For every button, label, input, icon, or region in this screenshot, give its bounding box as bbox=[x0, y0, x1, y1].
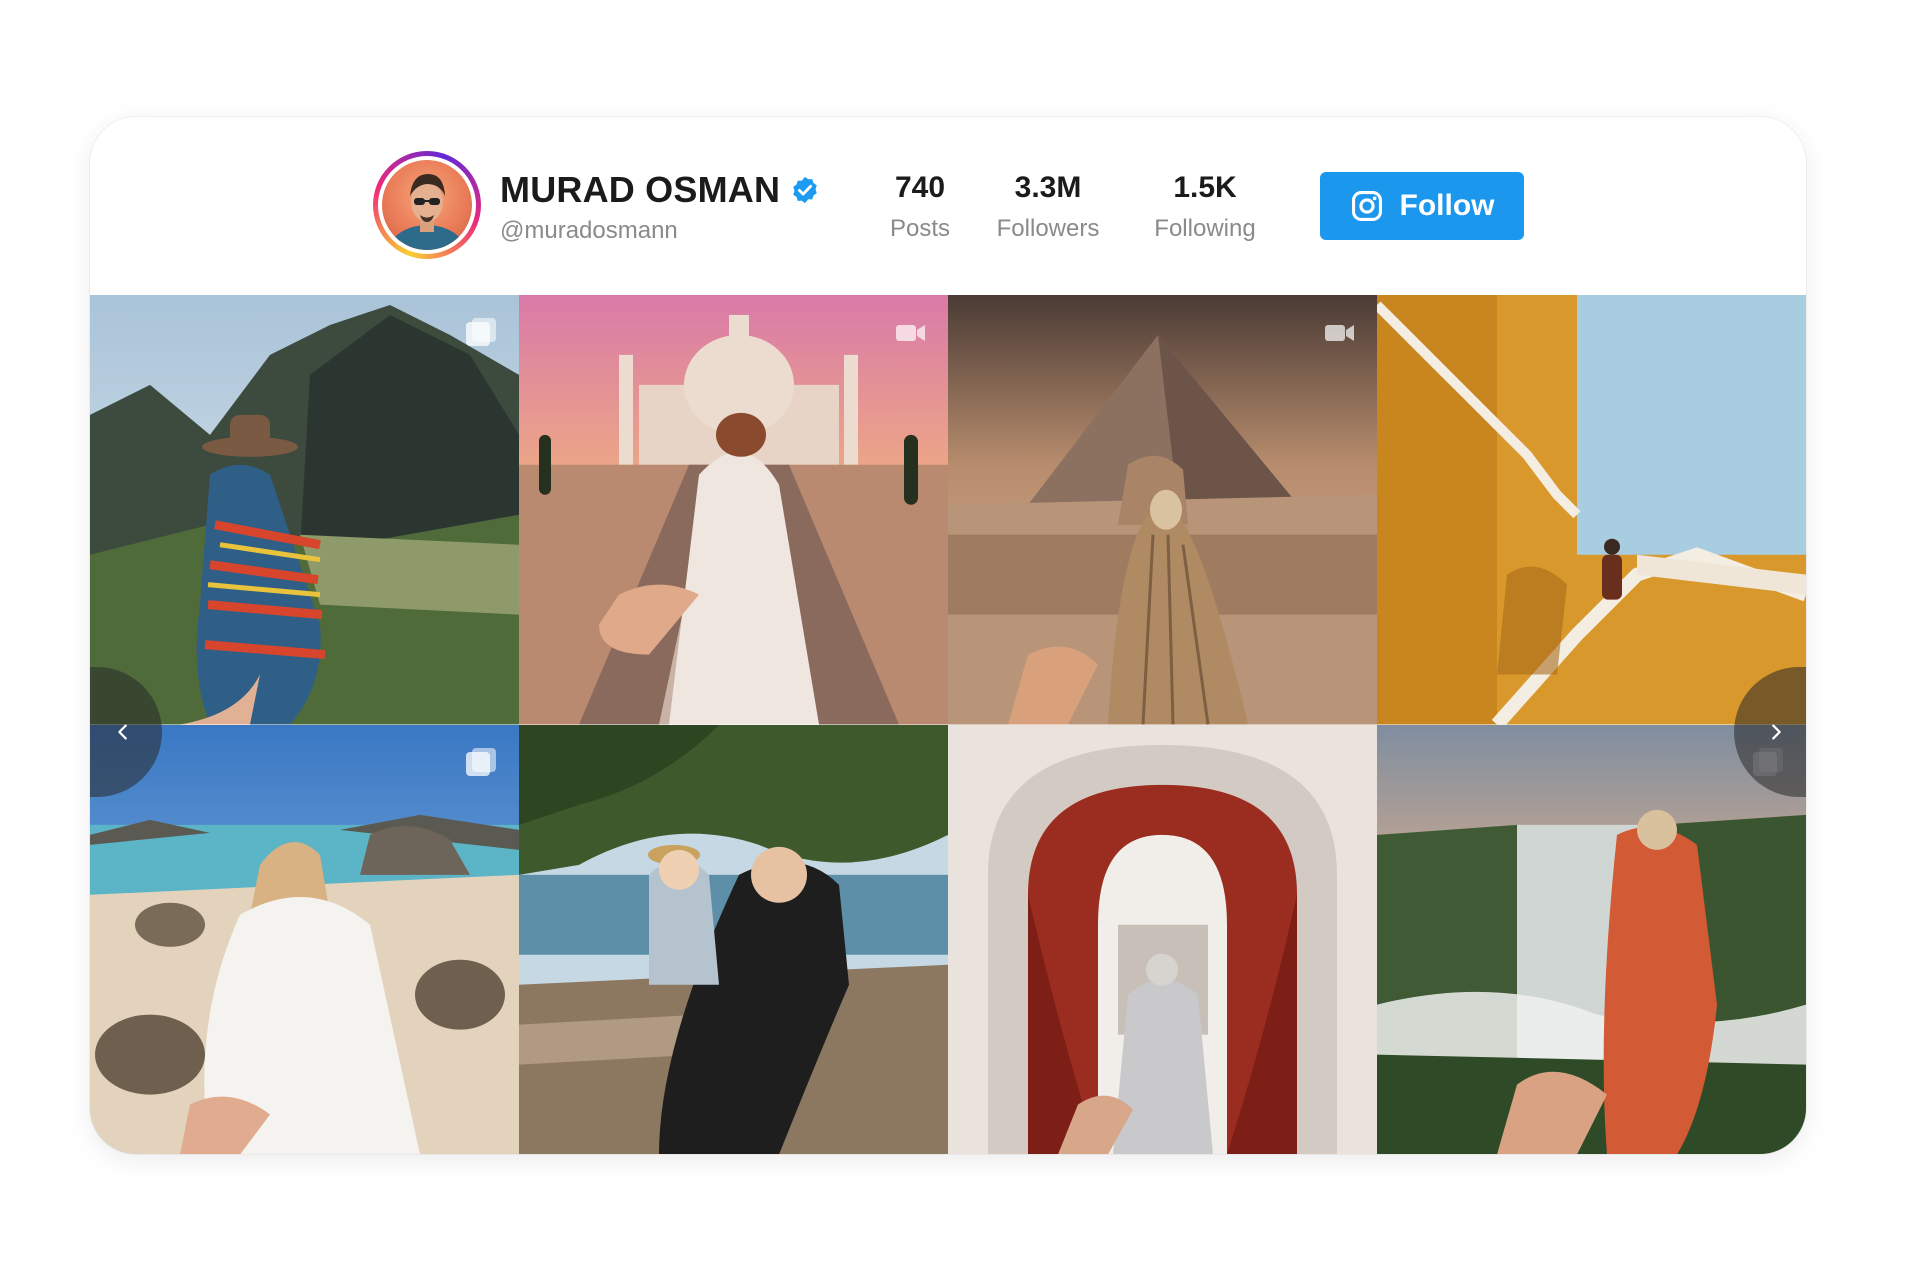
stat-label: Posts bbox=[889, 215, 951, 242]
name-row: MURAD OSMAN bbox=[500, 169, 820, 211]
post-image bbox=[948, 295, 1377, 725]
carousel-icon bbox=[461, 313, 501, 353]
post-tile-2[interactable] bbox=[519, 295, 948, 725]
post-tile-7[interactable] bbox=[948, 724, 1377, 1154]
stat-value: 1.5K bbox=[1173, 171, 1237, 204]
post-tile-1[interactable] bbox=[90, 295, 519, 725]
follow-label: Follow bbox=[1399, 189, 1495, 222]
post-tile-4[interactable] bbox=[1377, 295, 1806, 725]
profile-name[interactable]: MURAD OSMAN bbox=[500, 169, 780, 211]
post-image bbox=[1377, 724, 1806, 1154]
post-image bbox=[1377, 295, 1806, 725]
post-image bbox=[90, 724, 519, 1154]
carousel-icon bbox=[461, 743, 501, 783]
post-tile-6[interactable] bbox=[519, 724, 948, 1154]
stat-label: Following bbox=[1154, 215, 1256, 242]
video-icon bbox=[1319, 313, 1359, 353]
profile-header: MURAD OSMAN @muradosmann 740 Posts 3.3M … bbox=[90, 117, 1806, 295]
avatar[interactable] bbox=[373, 151, 481, 259]
post-image bbox=[519, 295, 948, 725]
follow-button[interactable]: Follow bbox=[1320, 172, 1524, 240]
post-tile-5[interactable] bbox=[90, 724, 519, 1154]
chevron-right-icon bbox=[1765, 721, 1787, 743]
stat-value: 3.3M bbox=[1014, 171, 1082, 204]
verified-badge-icon bbox=[790, 175, 820, 205]
post-image bbox=[90, 295, 519, 725]
stat-followers: 3.3M Followers bbox=[983, 171, 1113, 243]
post-grid bbox=[90, 295, 1806, 1154]
post-image bbox=[948, 724, 1377, 1154]
post-tile-3[interactable] bbox=[948, 295, 1377, 725]
stat-value: 740 bbox=[894, 171, 946, 204]
instagram-feed-widget: MURAD OSMAN @muradosmann 740 Posts 3.3M … bbox=[90, 117, 1806, 1154]
profile-photo bbox=[382, 160, 472, 250]
stat-label: Followers bbox=[996, 215, 1100, 242]
post-image bbox=[519, 724, 948, 1154]
instagram-icon bbox=[1350, 189, 1384, 223]
profile-handle[interactable]: @muradosmann bbox=[500, 217, 678, 245]
stat-following: 1.5K Following bbox=[1140, 171, 1270, 243]
video-icon bbox=[890, 313, 930, 353]
post-tile-8[interactable] bbox=[1377, 724, 1806, 1154]
stat-posts: 740 Posts bbox=[870, 171, 970, 243]
chevron-left-icon bbox=[112, 721, 134, 743]
